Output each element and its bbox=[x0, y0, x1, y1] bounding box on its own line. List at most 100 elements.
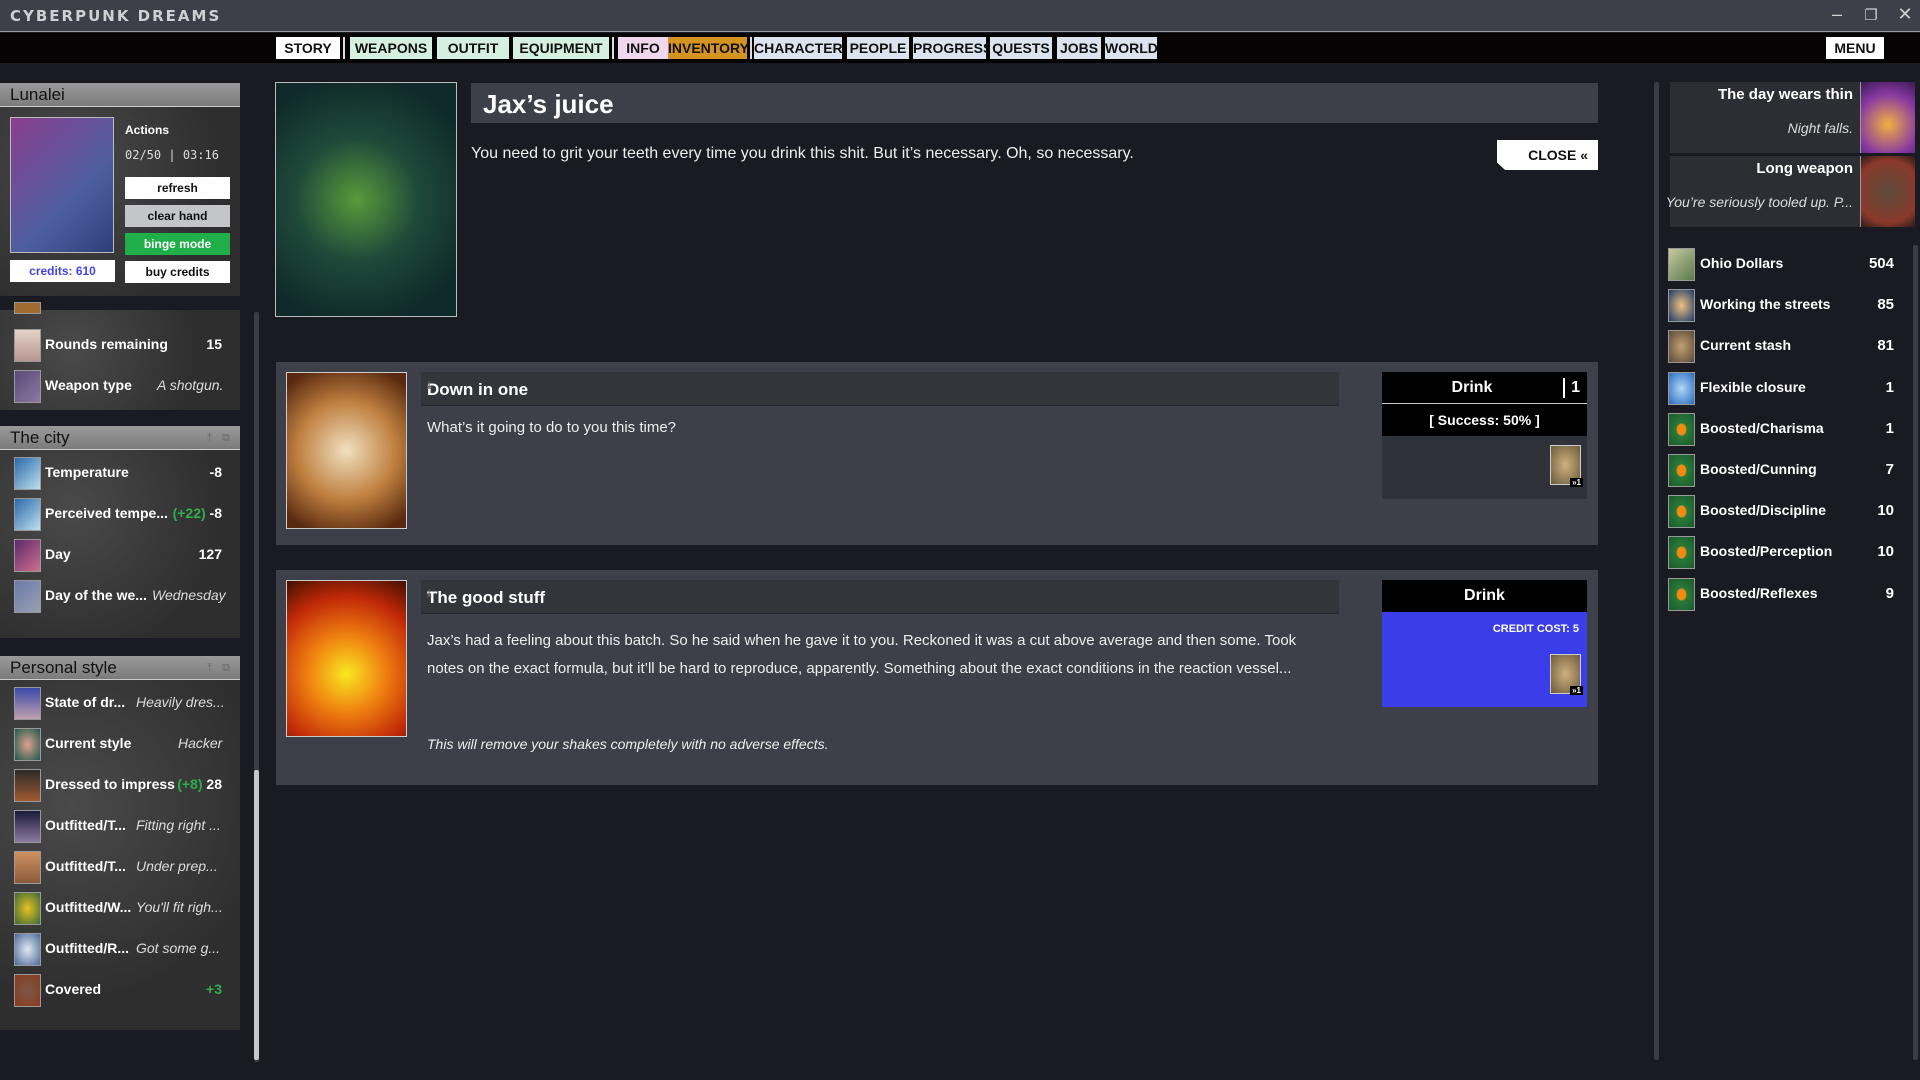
boost-icon bbox=[1668, 495, 1695, 529]
stat-label: Day of the we... bbox=[45, 587, 147, 603]
stat-row[interactable]: Rounds remaining 15 bbox=[0, 322, 240, 363]
resource-row[interactable]: Boosted/Cunning 7 bbox=[1668, 449, 1898, 490]
pin-icon[interactable]: ⤒ bbox=[207, 426, 212, 450]
tab-world[interactable]: WORLD bbox=[1105, 37, 1158, 59]
tab-inventory[interactable]: INVENTORY bbox=[668, 37, 749, 59]
panel-title: The city ⤒ ⧉ bbox=[0, 426, 240, 450]
actions-count: 02/50 bbox=[125, 148, 162, 162]
restore-icon[interactable]: ❐ bbox=[1858, 6, 1884, 24]
resource-label: Ohio Dollars bbox=[1700, 255, 1784, 271]
cost-badge: »1 bbox=[1570, 478, 1583, 487]
main-scrollbar[interactable] bbox=[1654, 82, 1659, 1060]
stat-value: -8 bbox=[209, 464, 222, 480]
drink-button[interactable]: Drink bbox=[1382, 580, 1587, 612]
item-image bbox=[275, 82, 457, 317]
tab-outfit[interactable]: OUTFIT bbox=[437, 37, 509, 59]
tab-people[interactable]: PEOPLE bbox=[847, 37, 909, 59]
action-count: 1 bbox=[1571, 379, 1580, 396]
left-scrollbar-thumb[interactable] bbox=[254, 770, 259, 1060]
resource-row[interactable]: Boosted/Perception 10 bbox=[1668, 531, 1898, 572]
city-night-icon bbox=[1860, 82, 1915, 153]
stat-label: Current style bbox=[45, 735, 132, 751]
stat-row[interactable]: Weapon type A shotgun. bbox=[0, 363, 240, 404]
stat-row[interactable]: Outfitted/W... You'll fit righ... bbox=[0, 885, 240, 926]
drink-button[interactable]: Drink 1 bbox=[1382, 372, 1587, 404]
option-text: Jax’s had a feeling about this batch. So… bbox=[427, 632, 1297, 677]
menu-button[interactable]: MENU bbox=[1826, 37, 1884, 59]
resource-row[interactable]: Boosted/Discipline 10 bbox=[1668, 490, 1898, 531]
stat-label: Rounds remaining bbox=[45, 336, 168, 352]
style-icon bbox=[14, 728, 41, 761]
close-icon[interactable]: ✕ bbox=[1892, 4, 1918, 25]
credit-cost-panel[interactable]: CREDIT COST: 5 »1 bbox=[1382, 612, 1587, 707]
stat-value: Got some g... bbox=[136, 940, 221, 956]
refresh-button[interactable]: refresh bbox=[125, 177, 230, 199]
resource-label: Flexible closure bbox=[1700, 378, 1806, 395]
pin-icon[interactable]: ⤒ bbox=[207, 656, 212, 680]
stat-row[interactable]: State of dr... Heavily dres... bbox=[0, 680, 240, 721]
panel-title: Personal style ⤒ ⧉ bbox=[0, 656, 240, 680]
stat-row[interactable]: Current style Hacker bbox=[0, 721, 240, 762]
resource-row[interactable]: Flexible closure 1 bbox=[1668, 367, 1898, 408]
stat-row[interactable]: Outfitted/T... Fitting right ... bbox=[0, 803, 240, 844]
resource-row[interactable]: Working the streets 85 bbox=[1668, 284, 1898, 325]
nav-bar: STORY WEAPONS OUTFIT EQUIPMENT INFO INVE… bbox=[0, 33, 1920, 63]
popout-icon[interactable]: ⧉ bbox=[222, 426, 230, 450]
tab-progress[interactable]: PROGRESS bbox=[913, 37, 992, 59]
tab-quests[interactable]: QUESTS bbox=[990, 37, 1052, 59]
popout-icon[interactable]: ⧉ bbox=[222, 656, 230, 680]
credits-display[interactable]: credits: 610 bbox=[10, 260, 115, 282]
stat-row[interactable]: Outfitted/R... Got some g... bbox=[0, 926, 240, 967]
binge-mode-button[interactable]: binge mode bbox=[125, 233, 230, 255]
boost-icon bbox=[1668, 412, 1695, 446]
resource-value: 1 bbox=[1885, 378, 1894, 396]
stat-row[interactable]: Day 127 bbox=[0, 532, 240, 573]
resource-row[interactable]: Current stash 81 bbox=[1668, 325, 1898, 366]
close-button[interactable]: CLOSE « bbox=[1497, 140, 1598, 170]
resource-value: 504 bbox=[1868, 255, 1894, 272]
resource-row[interactable]: Boosted/Reflexes 9 bbox=[1668, 573, 1898, 614]
stat-label: Outfitted/T... bbox=[45, 817, 126, 833]
pin-icon[interactable]: ⤓ bbox=[427, 380, 1327, 391]
quest-card[interactable]: The day wears thin Night falls. bbox=[1670, 82, 1915, 153]
quest-card[interactable]: Long weapon You’re seriously tooled up. … bbox=[1666, 156, 1915, 227]
stat-label: State of dr... bbox=[45, 694, 126, 710]
stat-label: Outfitted/R... bbox=[45, 940, 129, 956]
stat-row[interactable]: Day of the we... Wednesday bbox=[0, 573, 240, 614]
stat-row[interactable]: Perceived tempe... (+22) -8 bbox=[0, 491, 240, 532]
option-note: This will remove your shakes completely … bbox=[427, 736, 829, 752]
style-title: Personal style bbox=[10, 658, 117, 677]
actions-timer: 03:16 bbox=[182, 148, 219, 162]
resource-value: 9 bbox=[1885, 584, 1894, 602]
option-card: Down in one ⤓ What’s it going to do to yo… bbox=[276, 362, 1598, 545]
tab-character[interactable]: CHARACTER bbox=[754, 37, 843, 59]
buy-credits-button[interactable]: buy credits bbox=[125, 261, 230, 283]
stat-label: Covered bbox=[45, 981, 102, 997]
resource-row[interactable]: Boosted/Charisma 1 bbox=[1668, 408, 1898, 449]
biohazard-icon bbox=[286, 372, 407, 529]
resource-label: Boosted/Perception bbox=[1700, 543, 1833, 560]
resource-row[interactable]: Ohio Dollars 504 bbox=[1668, 243, 1898, 284]
tab-jobs[interactable]: JOBS bbox=[1057, 37, 1101, 59]
option-card: The good stuff ⤓ Jax’s had a feeling abou… bbox=[276, 570, 1598, 785]
stat-value: (+8) 28 bbox=[177, 776, 222, 792]
stat-label: Perceived tempe... bbox=[45, 505, 168, 521]
closure-icon bbox=[1668, 371, 1695, 405]
tab-equipment[interactable]: EQUIPMENT bbox=[513, 37, 609, 59]
pin-icon[interactable]: ⤓ bbox=[427, 588, 1327, 599]
stat-row[interactable]: Covered +3 bbox=[0, 967, 240, 1008]
right-scrollbar[interactable] bbox=[1913, 245, 1918, 1060]
tab-story[interactable]: STORY bbox=[276, 37, 340, 59]
stat-modifier: (+22) bbox=[172, 505, 206, 521]
clear-hand-button[interactable]: clear hand bbox=[125, 205, 230, 227]
stat-row[interactable]: Temperature -8 bbox=[0, 450, 240, 491]
cost-badge: »1 bbox=[1570, 686, 1583, 695]
minimize-icon[interactable]: – bbox=[1824, 4, 1850, 25]
tab-info[interactable]: INFO bbox=[618, 37, 668, 59]
stat-row[interactable]: Dressed to impress (+8) 28 bbox=[0, 762, 240, 803]
tab-weapons[interactable]: WEAPONS bbox=[350, 37, 432, 59]
option-header: The good stuff ⤓ bbox=[421, 580, 1339, 614]
stat-value: A shotgun. bbox=[157, 377, 224, 393]
stat-row[interactable]: Outfitted/T... Under prep... bbox=[0, 844, 240, 885]
stat-value: +3 bbox=[206, 981, 222, 997]
